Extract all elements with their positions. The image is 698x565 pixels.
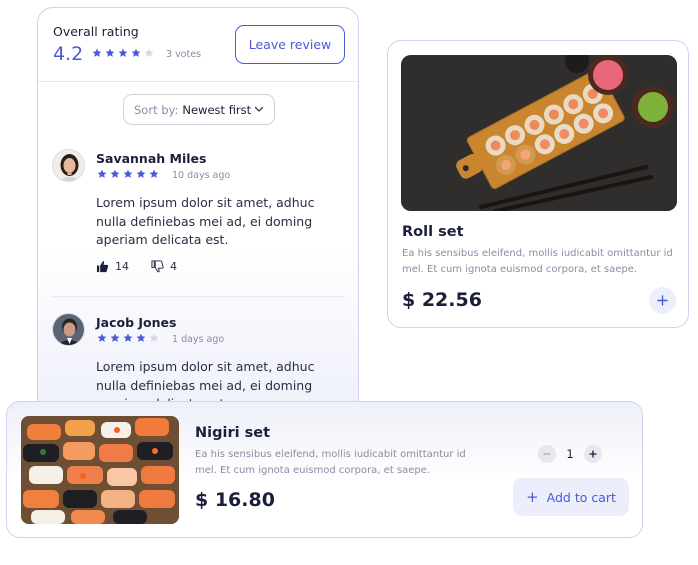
star-icon (110, 169, 120, 178)
product-title: Nigiri set (195, 425, 271, 441)
star-icon (123, 333, 133, 342)
quantity-stepper: 1 (538, 445, 602, 463)
star-icon (105, 48, 115, 57)
star-icon (123, 169, 133, 178)
star-icon (136, 169, 146, 178)
review-stars (97, 333, 162, 352)
plus-icon: + (526, 488, 539, 506)
reviewer-name: Jacob Jones (96, 315, 177, 330)
sort-label: Sort by: (134, 102, 179, 117)
star-icon (144, 48, 154, 57)
plus-icon (657, 295, 668, 306)
nigiri-set-image (21, 416, 179, 524)
thumbs-down-icon[interactable] (151, 260, 164, 273)
product-description: Ea his sensibus eleifend, mollis iudicab… (402, 248, 673, 275)
chevron-down-icon (254, 106, 264, 112)
overall-rating-score: 4.2 (53, 43, 84, 65)
reviews-header: Overall rating 4.2 3 votes Leave review (38, 8, 358, 82)
review-stars (97, 169, 162, 188)
overall-rating-stars (92, 48, 157, 67)
product-card-roll-set: Roll set Ea his sensibus eleifend, molli… (387, 40, 689, 328)
review-reactions: 14 4 (96, 260, 199, 273)
leave-review-button[interactable]: Leave review (235, 25, 345, 64)
product-card-nigiri-set: Nigiri set Ea his sensibus eleifend, mol… (6, 401, 643, 538)
increase-quantity-button[interactable] (584, 445, 602, 463)
star-icon (110, 333, 120, 342)
divider (52, 296, 344, 297)
minus-icon (543, 453, 551, 455)
plus-icon (589, 450, 597, 458)
avatar (52, 313, 85, 346)
star-icon (149, 169, 159, 178)
star-icon (97, 333, 107, 342)
product-price: $ 16.80 (195, 489, 275, 511)
reviewer-name: Savannah Miles (96, 151, 207, 166)
star-icon (97, 169, 107, 178)
reviews-card: Overall rating 4.2 3 votes Leave review … (37, 7, 359, 437)
likes-count: 14 (115, 260, 129, 273)
quantity-value: 1 (566, 447, 574, 461)
votes-count: 3 votes (166, 49, 202, 60)
thumbs-up-icon[interactable] (96, 260, 109, 273)
sort-dropdown[interactable]: Sort by: Newest first (123, 94, 275, 125)
review-time: 1 days ago (172, 334, 225, 345)
add-roll-set-button[interactable] (649, 287, 676, 314)
sort-value: Newest first (182, 102, 252, 117)
decrease-quantity-button[interactable] (538, 445, 556, 463)
review-time: 10 days ago (172, 170, 231, 181)
review-text: Lorem ipsum dolor sit amet, adhuc nulla … (96, 195, 315, 247)
star-icon (92, 48, 102, 57)
add-to-cart-label: Add to cart (546, 489, 616, 505)
product-price: $ 22.56 (402, 289, 482, 311)
star-icon (149, 333, 159, 342)
product-title: Roll set (402, 224, 464, 240)
star-icon (118, 48, 128, 57)
star-icon (131, 48, 141, 57)
dislikes-count: 4 (170, 260, 177, 273)
add-to-cart-button[interactable]: + Add to cart (513, 478, 629, 516)
avatar (52, 149, 85, 182)
product-description: Ea his sensibus eleifend, mollis iudicab… (195, 449, 466, 476)
roll-set-image (401, 55, 677, 211)
star-icon (136, 333, 146, 342)
overall-rating-label: Overall rating (53, 24, 139, 39)
